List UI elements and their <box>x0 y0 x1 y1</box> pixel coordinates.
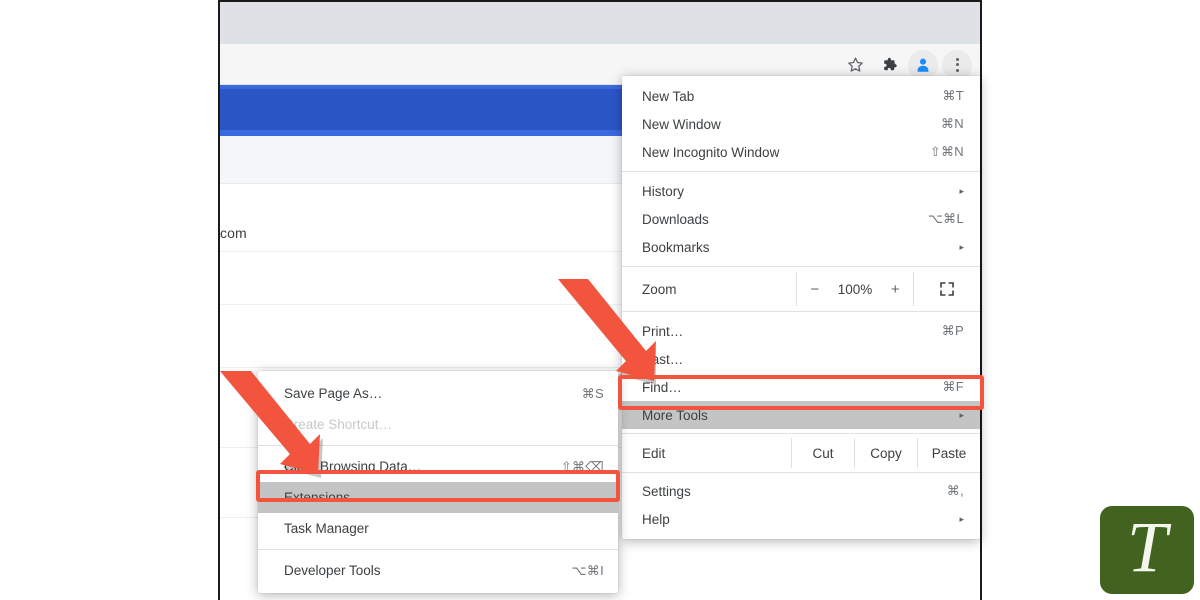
chrome-main-menu: New Tab ⌘T New Window ⌘N New Incognito W… <box>622 76 980 539</box>
menu-item-label: Developer Tools <box>284 563 381 578</box>
watermark-logo: T <box>1100 506 1194 594</box>
zoom-label: Zoom <box>642 281 677 297</box>
submenu-item-task-manager[interactable]: Task Manager <box>258 513 618 544</box>
zoom-out-button[interactable]: − <box>808 281 822 298</box>
menu-item-label: Settings <box>642 483 691 499</box>
fullscreen-button[interactable] <box>914 272 980 306</box>
chevron-right-icon: ▸ <box>959 241 964 252</box>
menu-item-shortcut: ⌘S <box>581 385 604 401</box>
menu-item-shortcut: ⇧⌘N <box>929 144 964 159</box>
edit-paste-button[interactable]: Paste <box>917 438 980 468</box>
edit-copy-button[interactable]: Copy <box>854 438 917 468</box>
menu-separator <box>258 445 618 446</box>
menu-item-label: History <box>642 183 685 199</box>
menu-separator <box>622 433 980 434</box>
menu-item-more-tools[interactable]: More Tools ▸ <box>622 401 980 429</box>
site-url-label: com <box>220 225 247 241</box>
menu-item-label: Help <box>642 511 670 527</box>
menu-item-cast[interactable]: Cast… <box>622 345 980 373</box>
menu-item-shortcut: ⌘, <box>946 483 964 498</box>
extensions-puzzle-icon[interactable] <box>874 50 904 80</box>
bookmark-star-icon[interactable] <box>840 50 870 80</box>
menu-item-shortcut: ⌥⌘L <box>927 211 964 226</box>
menu-item-new-incognito-window[interactable]: New Incognito Window ⇧⌘N <box>622 138 980 166</box>
menu-item-label: Find… <box>642 379 682 395</box>
menu-item-label: Clear Browsing Data… <box>284 459 422 474</box>
menu-separator <box>258 549 618 550</box>
menu-item-shortcut: ⇧⌘⌫ <box>560 458 604 474</box>
menu-separator <box>622 171 980 172</box>
menu-item-help[interactable]: Help ▸ <box>622 505 980 533</box>
zoom-in-button[interactable]: + <box>888 281 902 298</box>
chrome-menu-icon[interactable] <box>942 49 972 80</box>
edit-cut-button[interactable]: Cut <box>791 438 854 468</box>
menu-item-label: Task Manager <box>284 521 369 536</box>
browser-tab-strip <box>220 2 980 44</box>
chevron-right-icon: ▸ <box>959 185 964 196</box>
menu-item-label: Cast… <box>642 351 684 367</box>
menu-item-label: New Tab <box>642 88 695 104</box>
menu-row-edit: Edit Cut Copy Paste <box>622 438 980 468</box>
zoom-percent-value: 100% <box>837 281 873 297</box>
menu-item-downloads[interactable]: Downloads ⌥⌘L <box>622 205 980 233</box>
menu-item-find[interactable]: Find… ⌘F <box>622 373 980 401</box>
menu-item-bookmarks[interactable]: Bookmarks ▸ <box>622 233 980 261</box>
menu-item-label: Print… <box>642 323 684 339</box>
menu-item-shortcut: ⌘N <box>941 116 964 131</box>
chevron-right-icon: ▸ <box>959 513 964 524</box>
menu-item-label: Bookmarks <box>642 239 710 255</box>
menu-item-new-tab[interactable]: New Tab ⌘T <box>622 82 980 110</box>
menu-item-shortcut: ⌘T <box>942 88 964 103</box>
menu-item-label: New Window <box>642 116 721 132</box>
menu-separator <box>622 311 980 312</box>
chevron-right-icon: ▸ <box>959 409 964 420</box>
menu-item-new-window[interactable]: New Window ⌘N <box>622 110 980 138</box>
three-dots-glyph <box>955 57 959 72</box>
submenu-item-create-shortcut: Create Shortcut… <box>258 409 618 440</box>
menu-item-label: New Incognito Window <box>642 144 780 160</box>
zoom-controls: − 100% + <box>796 272 914 306</box>
menu-item-label: Downloads <box>642 211 709 227</box>
menu-item-label: Create Shortcut… <box>284 417 393 432</box>
menu-row-zoom: Zoom − 100% + <box>622 272 980 306</box>
menu-separator <box>622 472 980 473</box>
profile-avatar-icon[interactable] <box>908 49 938 80</box>
more-tools-submenu: Save Page As… ⌘S Create Shortcut… Clear … <box>258 371 618 593</box>
menu-item-print[interactable]: Print… ⌘P <box>622 317 980 345</box>
watermark-letter: T <box>1126 507 1168 587</box>
menu-item-label: Extensions <box>284 490 351 505</box>
submenu-item-developer-tools[interactable]: Developer Tools ⌥⌘I <box>258 555 618 586</box>
menu-item-label: Save Page As… <box>284 386 383 401</box>
menu-item-shortcut: ⌘P <box>941 323 964 338</box>
menu-item-shortcut: ⌥⌘I <box>571 562 604 578</box>
menu-item-shortcut: ⌘F <box>942 379 964 394</box>
menu-separator <box>622 266 980 267</box>
menu-item-label: More Tools <box>642 407 708 423</box>
menu-item-history[interactable]: History ▸ <box>622 177 980 205</box>
submenu-item-clear-browsing-data[interactable]: Clear Browsing Data… ⇧⌘⌫ <box>258 451 618 482</box>
edit-label: Edit <box>642 445 666 461</box>
submenu-item-save-page-as[interactable]: Save Page As… ⌘S <box>258 378 618 409</box>
menu-item-settings[interactable]: Settings ⌘, <box>622 477 980 505</box>
submenu-item-extensions[interactable]: Extensions <box>258 482 618 513</box>
